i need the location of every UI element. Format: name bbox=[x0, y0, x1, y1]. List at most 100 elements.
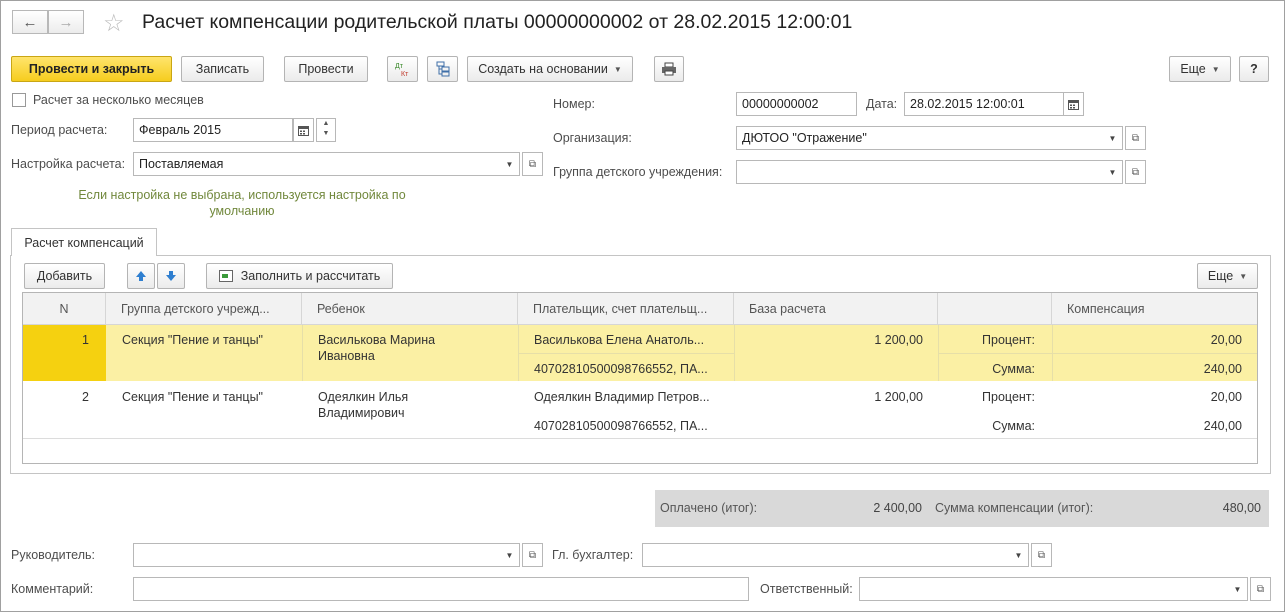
more-label: Еще bbox=[1180, 62, 1206, 76]
row-percent: 20,00 bbox=[1210, 390, 1242, 404]
head-dropdown[interactable]: ▼ bbox=[500, 543, 520, 567]
head-field[interactable] bbox=[133, 543, 501, 567]
window-title: Расчет компенсации родительской платы 00… bbox=[142, 11, 853, 33]
row-sum: 240,00 bbox=[1203, 362, 1242, 376]
comment-field[interactable] bbox=[133, 577, 749, 601]
post-and-close-button[interactable]: Провести и закрыть bbox=[11, 56, 172, 82]
add-button[interactable]: Добавить bbox=[24, 263, 105, 289]
fill-and-calculate-label: Заполнить и рассчитать bbox=[240, 269, 381, 283]
responsible-open-button[interactable]: ⧉ bbox=[1250, 577, 1271, 601]
head-label: Руководитель: bbox=[11, 548, 96, 562]
create-based-on-button[interactable]: Создать на основании ▼ bbox=[467, 56, 633, 82]
open-form-icon: ⧉ bbox=[1131, 132, 1140, 144]
row-label-sum: Сумма: bbox=[992, 362, 1035, 376]
compensation-total-value: 480,00 bbox=[1222, 501, 1261, 515]
organization-field[interactable]: ДЮТОО "Отражение" bbox=[736, 126, 1104, 150]
row-base: 1 200,00 bbox=[874, 333, 923, 347]
number-field[interactable]: 00000000002 bbox=[736, 92, 857, 116]
save-button[interactable]: Записать bbox=[181, 56, 264, 82]
setting-hint: Если настройка не выбрана, используется … bbox=[78, 188, 406, 218]
table-row[interactable]: 1 Секция "Пение и танцы" Василькова Мари… bbox=[23, 325, 1257, 381]
column-header-group[interactable]: Группа детского учрежд... bbox=[106, 293, 302, 325]
spin-up-icon[interactable]: ▲ bbox=[317, 119, 335, 129]
print-button[interactable] bbox=[654, 56, 684, 82]
group-dropdown[interactable]: ▼ bbox=[1103, 160, 1123, 184]
printer-icon bbox=[662, 62, 676, 76]
svg-text:Дт: Дт bbox=[395, 63, 404, 70]
multi-month-label: Расчет за несколько месяцев bbox=[33, 93, 204, 107]
row-payer: Одеялкин Владимир Петров... bbox=[534, 390, 710, 404]
setting-open-button[interactable]: ⧉ bbox=[522, 152, 543, 176]
column-header-compensation[interactable]: Компенсация bbox=[1052, 293, 1257, 325]
row-group: Секция "Пение и танцы" bbox=[122, 390, 263, 404]
grid-line bbox=[302, 325, 303, 381]
post-button[interactable]: Провести bbox=[284, 56, 368, 82]
date-field[interactable]: 28.02.2015 12:00:01 bbox=[904, 92, 1064, 116]
dtkt-button[interactable]: Дт Кт bbox=[387, 56, 418, 82]
accountant-open-button[interactable]: ⧉ bbox=[1031, 543, 1052, 567]
star-icon[interactable]: ☆ bbox=[103, 9, 125, 38]
row-base: 1 200,00 bbox=[874, 390, 923, 404]
spin-down-icon[interactable]: ▼ bbox=[317, 129, 335, 139]
debit-credit-icon: Дт Кт bbox=[395, 63, 409, 77]
responsible-field[interactable] bbox=[859, 577, 1229, 601]
column-header-payer[interactable]: Плательщик, счет плательщ... bbox=[518, 293, 734, 325]
column-header-child[interactable]: Ребенок bbox=[302, 293, 518, 325]
period-field[interactable]: Февраль 2015 bbox=[133, 118, 293, 142]
fill-and-calculate-button[interactable]: Заполнить и рассчитать bbox=[206, 263, 393, 289]
row-account: 40702810500098766552, ПА... bbox=[534, 419, 708, 433]
arrow-down-icon bbox=[166, 271, 176, 281]
move-down-button[interactable] bbox=[157, 263, 185, 289]
chevron-down-icon: ▼ bbox=[1014, 550, 1023, 560]
create-based-on-label: Создать на основании bbox=[478, 62, 608, 76]
column-header-blank bbox=[938, 293, 1052, 325]
period-calendar-button[interactable] bbox=[293, 118, 314, 142]
setting-dropdown[interactable]: ▼ bbox=[500, 152, 520, 176]
open-form-icon: ⧉ bbox=[528, 549, 537, 561]
number-label: Номер: bbox=[553, 97, 595, 111]
column-header-n[interactable]: N bbox=[23, 293, 106, 325]
setting-label: Настройка расчета: bbox=[11, 157, 126, 171]
chevron-down-icon: ▼ bbox=[1233, 584, 1242, 594]
paid-total-label: Оплачено (итог): bbox=[660, 501, 758, 515]
fill-calculate-icon bbox=[218, 270, 233, 282]
move-up-button[interactable] bbox=[127, 263, 155, 289]
table-row[interactable]: 2 Секция "Пение и танцы" Одеялкин Илья В… bbox=[23, 381, 1257, 439]
accountant-dropdown[interactable]: ▼ bbox=[1009, 543, 1029, 567]
structure-button[interactable] bbox=[427, 56, 458, 82]
organization-open-button[interactable]: ⧉ bbox=[1125, 126, 1146, 150]
period-spinner[interactable]: ▲ ▼ bbox=[316, 118, 336, 142]
responsible-dropdown[interactable]: ▼ bbox=[1228, 577, 1248, 601]
comment-label: Комментарий: bbox=[11, 582, 94, 596]
more-button[interactable]: Еще ▼ bbox=[1169, 56, 1231, 82]
compensation-table[interactable]: N Группа детского учрежд... Ребенок Плат… bbox=[22, 292, 1258, 464]
tab-compensation-calc[interactable]: Расчет компенсаций bbox=[11, 228, 157, 256]
row-child-line1: Василькова Марина bbox=[318, 333, 436, 347]
group-field[interactable] bbox=[736, 160, 1104, 184]
accountant-field[interactable] bbox=[642, 543, 1010, 567]
tab-more-label: Еще bbox=[1207, 269, 1234, 283]
document-structure-icon bbox=[436, 61, 449, 77]
back-button[interactable]: ← bbox=[12, 10, 48, 34]
open-form-icon: ⧉ bbox=[1256, 583, 1265, 595]
organization-label: Организация: bbox=[553, 131, 632, 145]
group-open-button[interactable]: ⧉ bbox=[1125, 160, 1146, 184]
date-calendar-button[interactable] bbox=[1063, 92, 1084, 116]
multi-month-checkbox[interactable] bbox=[12, 93, 26, 107]
tab-more-button[interactable]: Еще ▼ bbox=[1197, 263, 1258, 289]
arrow-up-icon bbox=[136, 271, 146, 281]
chevron-down-icon: ▼ bbox=[1211, 64, 1220, 74]
row-child-line2: Владимирович bbox=[318, 406, 405, 420]
calendar-icon bbox=[1068, 99, 1079, 110]
organization-dropdown[interactable]: ▼ bbox=[1103, 126, 1123, 150]
row-group: Секция "Пение и танцы" bbox=[122, 333, 263, 347]
setting-field[interactable]: Поставляемая bbox=[133, 152, 501, 176]
grid-line bbox=[938, 353, 1257, 354]
help-button[interactable]: ? bbox=[1239, 56, 1269, 82]
forward-button[interactable]: → bbox=[48, 10, 84, 34]
grid-line bbox=[518, 353, 734, 354]
head-open-button[interactable]: ⧉ bbox=[522, 543, 543, 567]
column-header-base[interactable]: База расчета bbox=[734, 293, 938, 325]
chevron-down-icon: ▼ bbox=[1108, 167, 1117, 177]
compensation-total-label: Сумма компенсации (итог): bbox=[935, 501, 1094, 515]
